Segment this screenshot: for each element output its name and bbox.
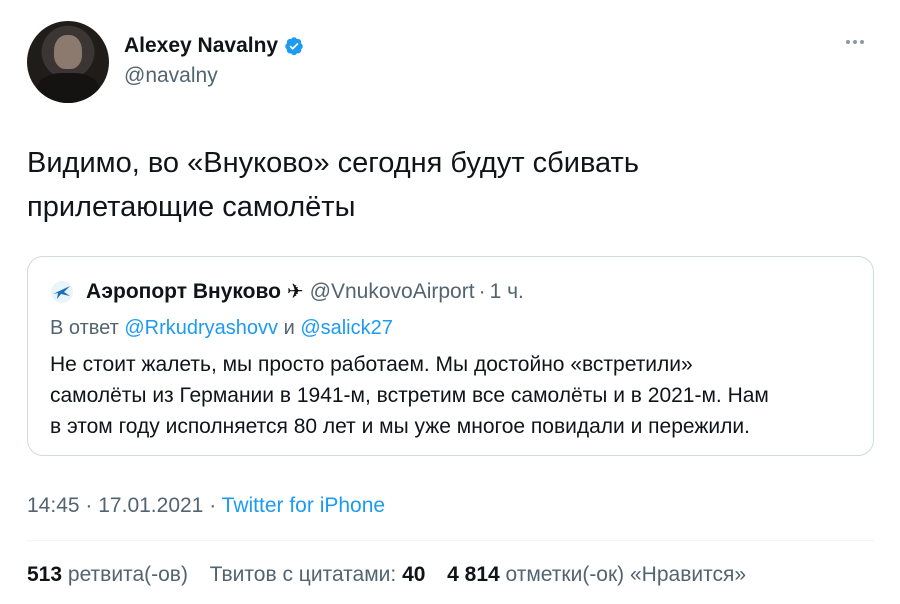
reply-mention-link[interactable]: @Rrkudryashovv: [124, 317, 278, 339]
tweet-text-line: Видимо, во «Внуково» сегодня будут сбива…: [27, 147, 639, 179]
quoted-tweet-card[interactable]: Аэропорт Внуково ✈ @VnukovoAirport · 1 ч…: [27, 256, 874, 456]
more-dot: [846, 40, 850, 44]
tweet-source-link[interactable]: Twitter for iPhone: [222, 494, 385, 517]
avatar-body: [37, 73, 99, 103]
tweet-stats: 513 ретвита(-ов) Твитов с цитатами: 40 4…: [27, 563, 746, 587]
author-handle[interactable]: @navalny: [124, 64, 218, 88]
more-horizontal-icon[interactable]: [846, 34, 870, 50]
quoted-tweet-header: Аэропорт Внуково ✈ @VnukovoAirport · 1 ч…: [50, 279, 524, 304]
quotes-count: 40: [402, 563, 426, 586]
quotes-stat[interactable]: Твитов с цитатами: 40: [210, 563, 426, 586]
airplane-icon: ✈: [286, 281, 304, 303]
airport-logo-icon: [51, 280, 73, 303]
likes-stat[interactable]: 4 814 отметки(-ок) «Нравится»: [447, 563, 746, 586]
separator-dot: ·: [478, 279, 486, 303]
retweets-count: 513: [27, 563, 63, 586]
more-dot: [860, 40, 864, 44]
likes-label: отметки(-ок) «Нравится»: [505, 563, 747, 586]
reply-context: В ответ @Rrkudryashovv и @salick27: [50, 317, 393, 340]
verified-badge-icon: [285, 37, 303, 56]
tweet-time[interactable]: 14:45: [27, 494, 80, 517]
quoted-text-line: Не стоит жалеть, мы просто работаем. Мы …: [50, 353, 693, 376]
quoted-text-line: в этом году исполняется 80 лет и мы уже …: [50, 415, 750, 438]
quoted-tweet-text: Не стоит жалеть, мы просто работаем. Мы …: [50, 349, 860, 442]
retweets-label: ретвита(-ов): [67, 563, 188, 586]
author-name[interactable]: Alexey Navalny: [124, 34, 304, 58]
tweet-text-line: прилетающие самолёты: [27, 191, 356, 223]
quoted-timestamp[interactable]: 1 ч.: [490, 280, 524, 304]
reply-mention-link[interactable]: @salick27: [300, 317, 393, 339]
tweet-date[interactable]: 17.01.2021: [98, 494, 203, 517]
author-name-text[interactable]: Alexey Navalny: [124, 34, 278, 58]
quoted-author-handle[interactable]: @VnukovoAirport: [310, 280, 475, 304]
reply-prefix: В ответ: [50, 317, 119, 339]
quoted-author-name[interactable]: Аэропорт Внуково: [86, 280, 281, 304]
tweet-meta: 14:45 · 17.01.2021 · Twitter for iPhone: [27, 494, 385, 518]
quoted-text-line: самолёты из Германии в 1941-м, встретим …: [50, 384, 769, 407]
reply-and: и: [283, 317, 295, 339]
retweets-stat[interactable]: 513 ретвита(-ов): [27, 563, 188, 586]
author-avatar[interactable]: [27, 21, 109, 103]
avatar-face: [54, 35, 82, 69]
meta-separator: ·: [85, 494, 93, 517]
tweet-text: Видимо, во «Внуково» сегодня будут сбива…: [27, 141, 867, 229]
more-dot: [853, 40, 857, 44]
quotes-label: Твитов с цитатами:: [209, 563, 397, 586]
divider: [27, 540, 874, 541]
likes-count: 4 814: [447, 563, 500, 586]
meta-separator: ·: [209, 494, 217, 517]
